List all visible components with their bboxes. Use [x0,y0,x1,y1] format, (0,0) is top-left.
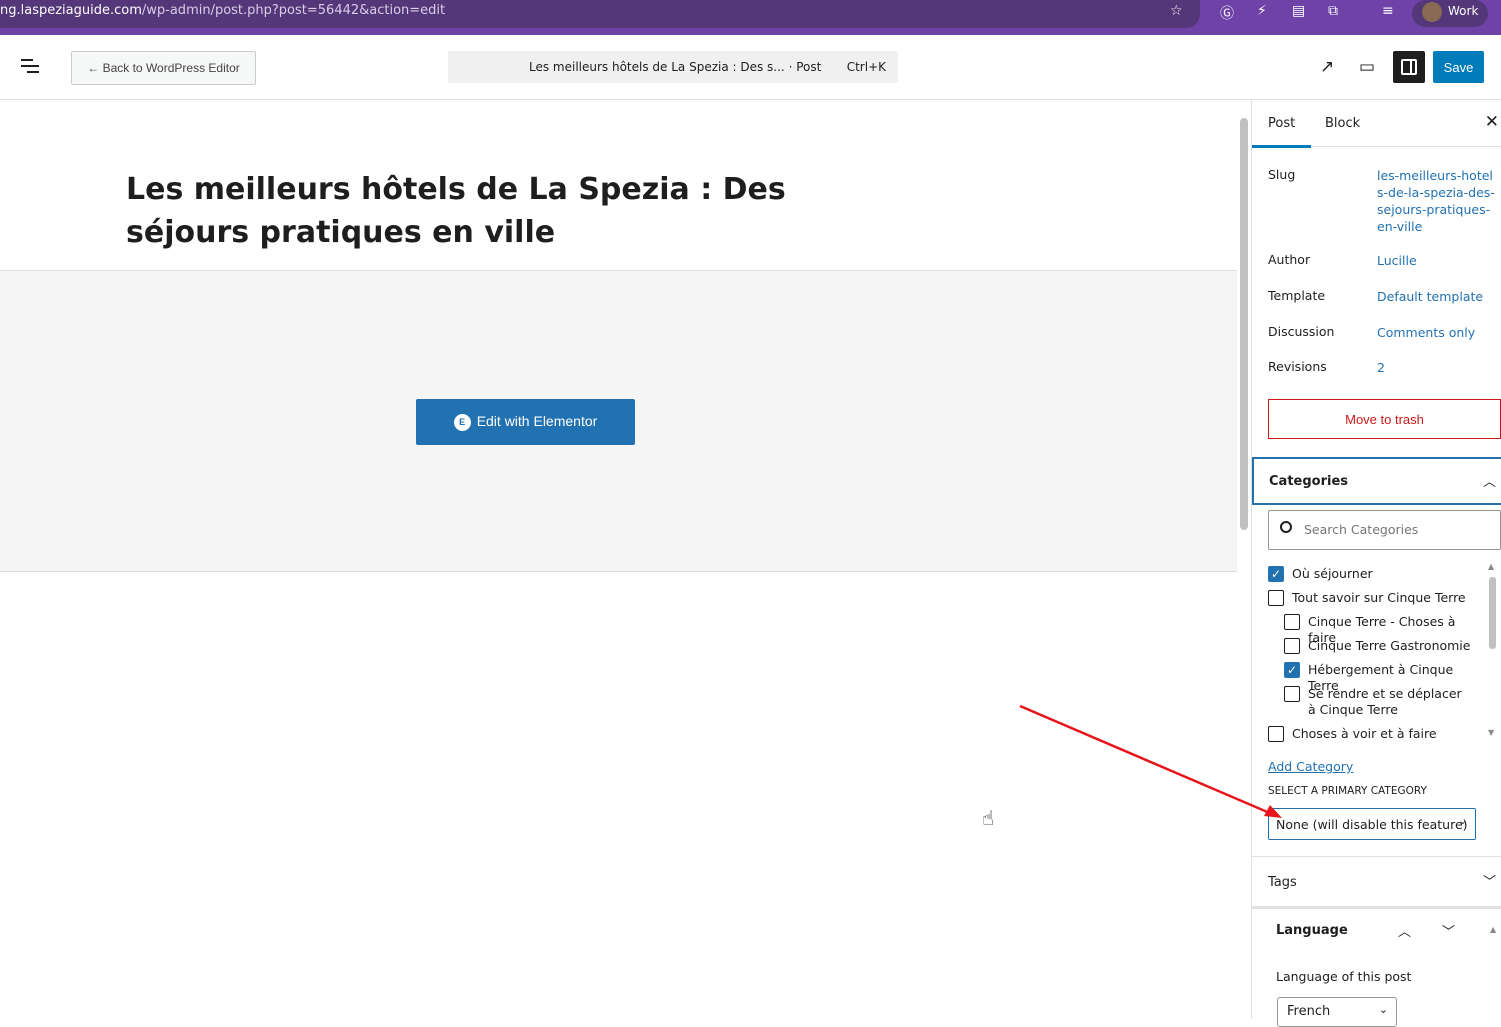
editor-toolbar: ← Back to WordPress Editor Les meilleurs… [0,35,1501,100]
address-bar[interactable]: ng.laspeziaguide.com/wp-admin/post.php?p… [0,0,1200,28]
bolt-extension-icon[interactable]: ⚡ [1257,3,1267,19]
add-category-link[interactable]: Add Category [1268,759,1353,774]
checkbox[interactable] [1284,638,1300,654]
edit-with-elementor-button[interactable]: E Edit with Elementor [416,399,635,445]
canvas-scrollbar[interactable] [1238,100,1251,1019]
chevron-down-icon: ⌄ [1378,1003,1388,1016]
discussion-link[interactable]: Comments only [1377,324,1497,341]
slug-label: Slug [1268,167,1296,182]
discussion-label: Discussion [1268,324,1335,339]
bookmark-star-icon[interactable]: ☆ [1170,3,1183,19]
chevron-down-icon: ⌄ [1458,816,1467,827]
post-title[interactable]: Les meilleurs hôtels de La Spezia : Des … [126,168,846,254]
revisions-link[interactable]: 2 [1377,359,1497,376]
primary-category-select[interactable]: None (will disable this feature) ⌄ [1268,808,1476,840]
primary-category-label: Select a primary category [1268,785,1427,797]
language-select[interactable]: French ⌄ [1277,997,1397,1027]
preview-device-icon[interactable]: ▭ [1359,57,1375,77]
media-queue-icon[interactable]: ≡ [1382,3,1394,19]
slug-link[interactable]: les-meilleurs-hotels-de-la-spezia-des-se… [1377,167,1497,235]
hand-cursor-icon: ☝ [982,806,995,830]
editor-canvas: Les meilleurs hôtels de La Spezia : Des … [0,100,1237,1019]
settings-sidebar: Post Block ✕ Slug les-meilleurs-hotels-de… [1251,100,1501,1027]
author-label: Author [1268,252,1311,267]
profile-button[interactable]: Work [1412,0,1488,27]
grammarly-icon[interactable]: Ⓖ [1220,3,1234,23]
checkbox[interactable] [1268,590,1284,606]
language-label: Language of this post [1276,969,1412,984]
extension-icon[interactable]: ▤ [1292,3,1305,19]
checkbox[interactable] [1284,686,1300,702]
elementor-icon: E [453,413,471,431]
elementor-placeholder: E Edit with Elementor [0,270,1237,572]
move-down-icon[interactable]: ﹀ [1442,921,1455,940]
checkbox-checked[interactable]: ✓ [1268,566,1284,582]
avatar [1422,2,1442,22]
checkbox[interactable] [1284,614,1300,630]
tags-panel-toggle[interactable]: Tags ﹀ [1252,856,1501,906]
categories-panel-toggle[interactable]: Categories ︿ [1252,457,1501,505]
revisions-label: Revisions [1268,359,1327,374]
checkbox-checked[interactable]: ✓ [1284,662,1300,678]
template-link[interactable]: Default template [1377,288,1497,305]
back-to-editor-button[interactable]: ← Back to WordPress Editor [71,51,256,85]
template-label: Template [1268,288,1326,303]
scroll-up-arrow-icon[interactable]: ▲ [1490,925,1496,934]
categories-scrollbar[interactable]: ▲ ▼ [1488,562,1498,740]
save-button[interactable]: Save [1433,51,1484,83]
checkbox[interactable] [1268,726,1284,742]
puzzle-icon[interactable]: ⧉ [1328,3,1338,19]
external-link-icon[interactable]: ↗ [1320,57,1334,77]
move-to-trash-button[interactable]: Move to trash [1268,399,1501,439]
browser-chrome: ng.laspeziaguide.com/wp-admin/post.php?p… [0,0,1501,35]
close-icon[interactable]: ✕ [1485,112,1499,132]
sidebar-icon [1401,59,1417,75]
tab-post[interactable]: Post [1252,116,1312,148]
settings-panel-toggle[interactable] [1393,51,1425,83]
author-link[interactable]: Lucille [1377,252,1497,269]
search-categories-input[interactable]: Search Categories [1268,510,1501,550]
chevron-up-icon: ︿ [1482,475,1496,490]
chevron-down-icon: ﹀ [1482,875,1496,890]
tab-block[interactable]: Block [1325,116,1360,131]
search-icon [1280,521,1292,533]
move-up-icon[interactable]: ︿ [1398,921,1411,940]
command-palette[interactable]: Les meilleurs hôtels de La Spezia : Des … [448,51,898,83]
document-overview-icon[interactable] [21,59,39,77]
